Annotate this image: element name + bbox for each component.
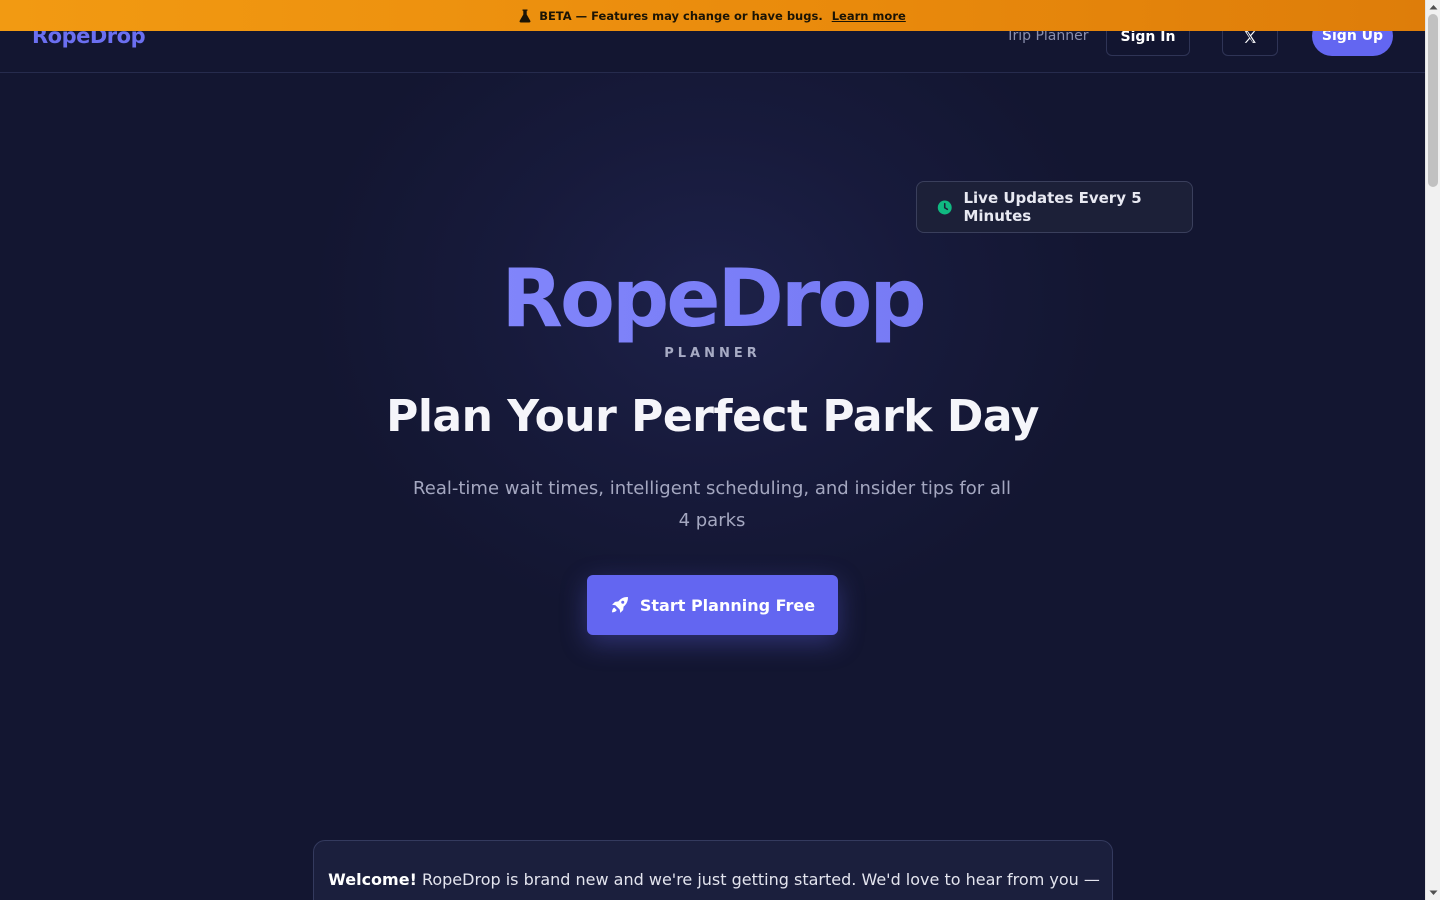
page-scrollbar[interactable] xyxy=(1425,0,1440,900)
beta-banner: BETA — Features may change or have bugs.… xyxy=(0,0,1425,31)
learn-more-link[interactable]: Learn more xyxy=(832,9,906,23)
hero-logo: RopeDrop xyxy=(0,252,1425,345)
start-planning-label: Start Planning Free xyxy=(639,595,816,615)
start-planning-button[interactable]: Start Planning Free xyxy=(587,575,838,635)
scroll-thumb[interactable] xyxy=(1428,14,1438,187)
welcome-lead: Welcome! xyxy=(328,870,417,889)
welcome-card: Welcome! RopeDrop is brand new and we're… xyxy=(313,840,1113,900)
hero-description: Real-time wait times, intelligent schedu… xyxy=(413,478,1011,531)
hero-title: Plan Your Perfect Park Day xyxy=(386,391,1039,442)
flask-icon xyxy=(519,9,531,22)
scroll-up-arrow-icon[interactable] xyxy=(1426,0,1440,14)
clock-icon xyxy=(937,200,952,214)
rocket-icon xyxy=(611,597,628,613)
live-updates-text: Live Updates Every 5 Minutes xyxy=(963,189,1142,225)
page: RopeDrop Trip Planner Sign In Sign Up BE… xyxy=(0,0,1425,900)
scroll-down-arrow-icon[interactable] xyxy=(1426,886,1440,900)
x-logo-icon xyxy=(1244,31,1256,43)
hero-tagline: PLANNER xyxy=(664,346,761,361)
live-updates-badge: Live Updates Every 5 Minutes xyxy=(916,181,1193,233)
welcome-text: RopeDrop is brand new and we're just get… xyxy=(416,870,1100,889)
welcome-message: Welcome! RopeDrop is brand new and we're… xyxy=(314,870,1114,889)
beta-banner-text: BETA — Features may change or have bugs. xyxy=(539,8,823,23)
